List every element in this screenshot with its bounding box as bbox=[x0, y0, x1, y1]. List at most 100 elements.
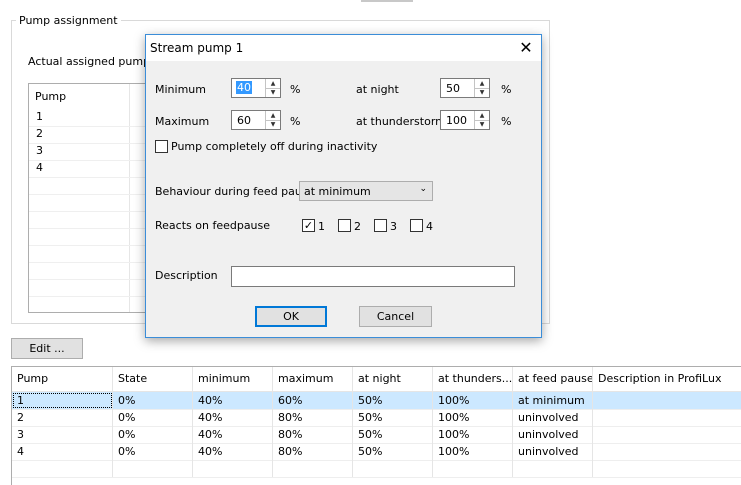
top-divider bbox=[361, 0, 413, 2]
cell-state: 0% bbox=[113, 409, 193, 426]
spin-down-icon[interactable]: ▼ bbox=[475, 120, 489, 129]
table-row[interactable]: 4 0% 40% 80% 50% 100% uninvolved bbox=[12, 443, 741, 461]
dialog-title: Stream pump 1 bbox=[150, 41, 244, 55]
list-item-label: 1 bbox=[36, 110, 43, 123]
ok-button[interactable]: OK bbox=[255, 306, 327, 327]
pump-off-label[interactable]: Pump completely off during inactivity bbox=[171, 140, 377, 153]
night-input[interactable] bbox=[441, 79, 474, 97]
night-label: at night bbox=[356, 83, 399, 96]
close-icon[interactable]: ✕ bbox=[511, 35, 541, 61]
cell-empty bbox=[593, 460, 741, 477]
cell-empty bbox=[353, 460, 433, 477]
column-header-state[interactable]: State bbox=[113, 367, 193, 391]
column-header-description[interactable]: Description in ProfiLux bbox=[593, 367, 741, 391]
night-unit: % bbox=[501, 83, 512, 96]
table-row[interactable]: 1 0% 40% 60% 50% 100% at minimum bbox=[12, 392, 741, 410]
cell-at-thunderstorm: 100% bbox=[433, 426, 513, 443]
description-input[interactable] bbox=[231, 266, 515, 287]
cell-description bbox=[593, 392, 741, 409]
reacts-checkbox-3-label: 3 bbox=[390, 220, 397, 233]
cell-state: 0% bbox=[113, 392, 193, 409]
list-item bbox=[29, 279, 145, 297]
cell-minimum: 40% bbox=[193, 392, 273, 409]
maximum-spin-arrows: ▲ ▼ bbox=[265, 111, 280, 129]
spin-down-icon[interactable]: ▼ bbox=[266, 88, 280, 97]
minimum-value[interactable]: 40 bbox=[236, 81, 252, 94]
reacts-checkbox-4[interactable] bbox=[410, 219, 423, 232]
spin-down-icon[interactable]: ▼ bbox=[266, 120, 280, 129]
thunderstorm-input[interactable] bbox=[441, 111, 474, 129]
cell-maximum: 60% bbox=[273, 392, 353, 409]
list-item bbox=[29, 245, 145, 263]
cell-maximum: 80% bbox=[273, 443, 353, 460]
behaviour-select[interactable]: at minimum ⌄ bbox=[299, 181, 433, 201]
list-item-label: 4 bbox=[36, 161, 43, 174]
cell-at-thunderstorm: 100% bbox=[433, 409, 513, 426]
group-title: Pump assignment bbox=[16, 14, 121, 27]
reacts-checkbox-1[interactable]: ✓ bbox=[302, 219, 315, 232]
behaviour-selected-value: at minimum bbox=[304, 185, 371, 198]
checkmark-icon: ✓ bbox=[303, 219, 314, 232]
column-header-at-feed-pause[interactable]: at feed pause bbox=[513, 367, 593, 391]
cell-description bbox=[593, 443, 741, 460]
table-row bbox=[12, 460, 741, 478]
pump-off-checkbox[interactable] bbox=[155, 140, 168, 153]
table-row[interactable]: 2 0% 40% 80% 50% 100% uninvolved bbox=[12, 409, 741, 427]
cell-state: 0% bbox=[113, 426, 193, 443]
list-item[interactable]: 4 bbox=[29, 160, 145, 178]
spin-down-icon[interactable]: ▼ bbox=[475, 88, 489, 97]
cell-empty bbox=[273, 460, 353, 477]
cell-description bbox=[593, 409, 741, 426]
cancel-button[interactable]: Cancel bbox=[359, 306, 432, 327]
reacts-checkbox-2[interactable] bbox=[338, 219, 351, 232]
cell-pump: 1 bbox=[12, 392, 113, 409]
table-row[interactable]: 3 0% 40% 80% 50% 100% uninvolved bbox=[12, 426, 741, 444]
assigned-pumps-label: Actual assigned pumps: bbox=[28, 55, 160, 68]
dialog-titlebar[interactable]: Stream pump 1 ✕ bbox=[146, 35, 541, 61]
minimum-spin-arrows: ▲ ▼ bbox=[265, 79, 280, 97]
cell-maximum: 80% bbox=[273, 426, 353, 443]
behaviour-label: Behaviour during feed pause bbox=[155, 185, 315, 198]
list-item[interactable]: 3 bbox=[29, 143, 145, 161]
cell-description bbox=[593, 426, 741, 443]
cell-empty bbox=[193, 460, 273, 477]
cell-at-feed-pause: uninvolved bbox=[513, 443, 593, 460]
thunderstorm-spinbox[interactable]: ▲ ▼ bbox=[440, 110, 490, 130]
cell-pump: 2 bbox=[12, 409, 113, 426]
list-item[interactable]: 2 bbox=[29, 126, 145, 144]
column-header-minimum[interactable]: minimum bbox=[193, 367, 273, 391]
column-header-at-night[interactable]: at night bbox=[353, 367, 433, 391]
cell-at-night: 50% bbox=[353, 443, 433, 460]
pump-table[interactable]: Pump State minimum maximum at night at t… bbox=[11, 366, 741, 485]
cell-empty bbox=[113, 460, 193, 477]
cell-at-feed-pause: uninvolved bbox=[513, 409, 593, 426]
night-spinbox[interactable]: ▲ ▼ bbox=[440, 78, 490, 98]
list-header-pump: Pump bbox=[35, 90, 67, 103]
chevron-down-icon: ⌄ bbox=[419, 184, 427, 194]
night-spin-arrows: ▲ ▼ bbox=[474, 79, 489, 97]
cell-state: 0% bbox=[113, 443, 193, 460]
maximum-spinbox[interactable]: ▲ ▼ bbox=[231, 110, 281, 130]
list-item[interactable]: 1 bbox=[29, 109, 145, 127]
assigned-pumps-list[interactable]: Pump 1 2 3 4 bbox=[28, 83, 146, 313]
minimum-label: Minimum bbox=[155, 83, 206, 96]
minimum-spinbox[interactable]: 40 ▲ ▼ bbox=[231, 78, 281, 98]
maximum-label: Maximum bbox=[155, 115, 210, 128]
reacts-checkbox-3[interactable] bbox=[374, 219, 387, 232]
cell-at-thunderstorm: 100% bbox=[433, 392, 513, 409]
reacts-checkbox-1-label: 1 bbox=[318, 220, 325, 233]
list-item bbox=[29, 177, 145, 195]
cell-at-feed-pause: at minimum bbox=[513, 392, 593, 409]
thunderstorm-label: at thunderstorm bbox=[356, 115, 446, 128]
reacts-checkbox-2-label: 2 bbox=[354, 220, 361, 233]
stream-pump-dialog: Stream pump 1 ✕ Minimum 40 ▲ ▼ % at nigh… bbox=[145, 34, 542, 338]
edit-button[interactable]: Edit ... bbox=[11, 338, 83, 359]
column-header-pump[interactable]: Pump bbox=[12, 367, 113, 391]
cell-maximum: 80% bbox=[273, 409, 353, 426]
maximum-input[interactable] bbox=[232, 111, 265, 129]
column-header-maximum[interactable]: maximum bbox=[273, 367, 353, 391]
cell-at-feed-pause: uninvolved bbox=[513, 426, 593, 443]
cell-pump: 4 bbox=[12, 443, 113, 460]
column-header-at-thunderstorm[interactable]: at thunders... bbox=[433, 367, 513, 391]
cell-empty bbox=[433, 460, 513, 477]
